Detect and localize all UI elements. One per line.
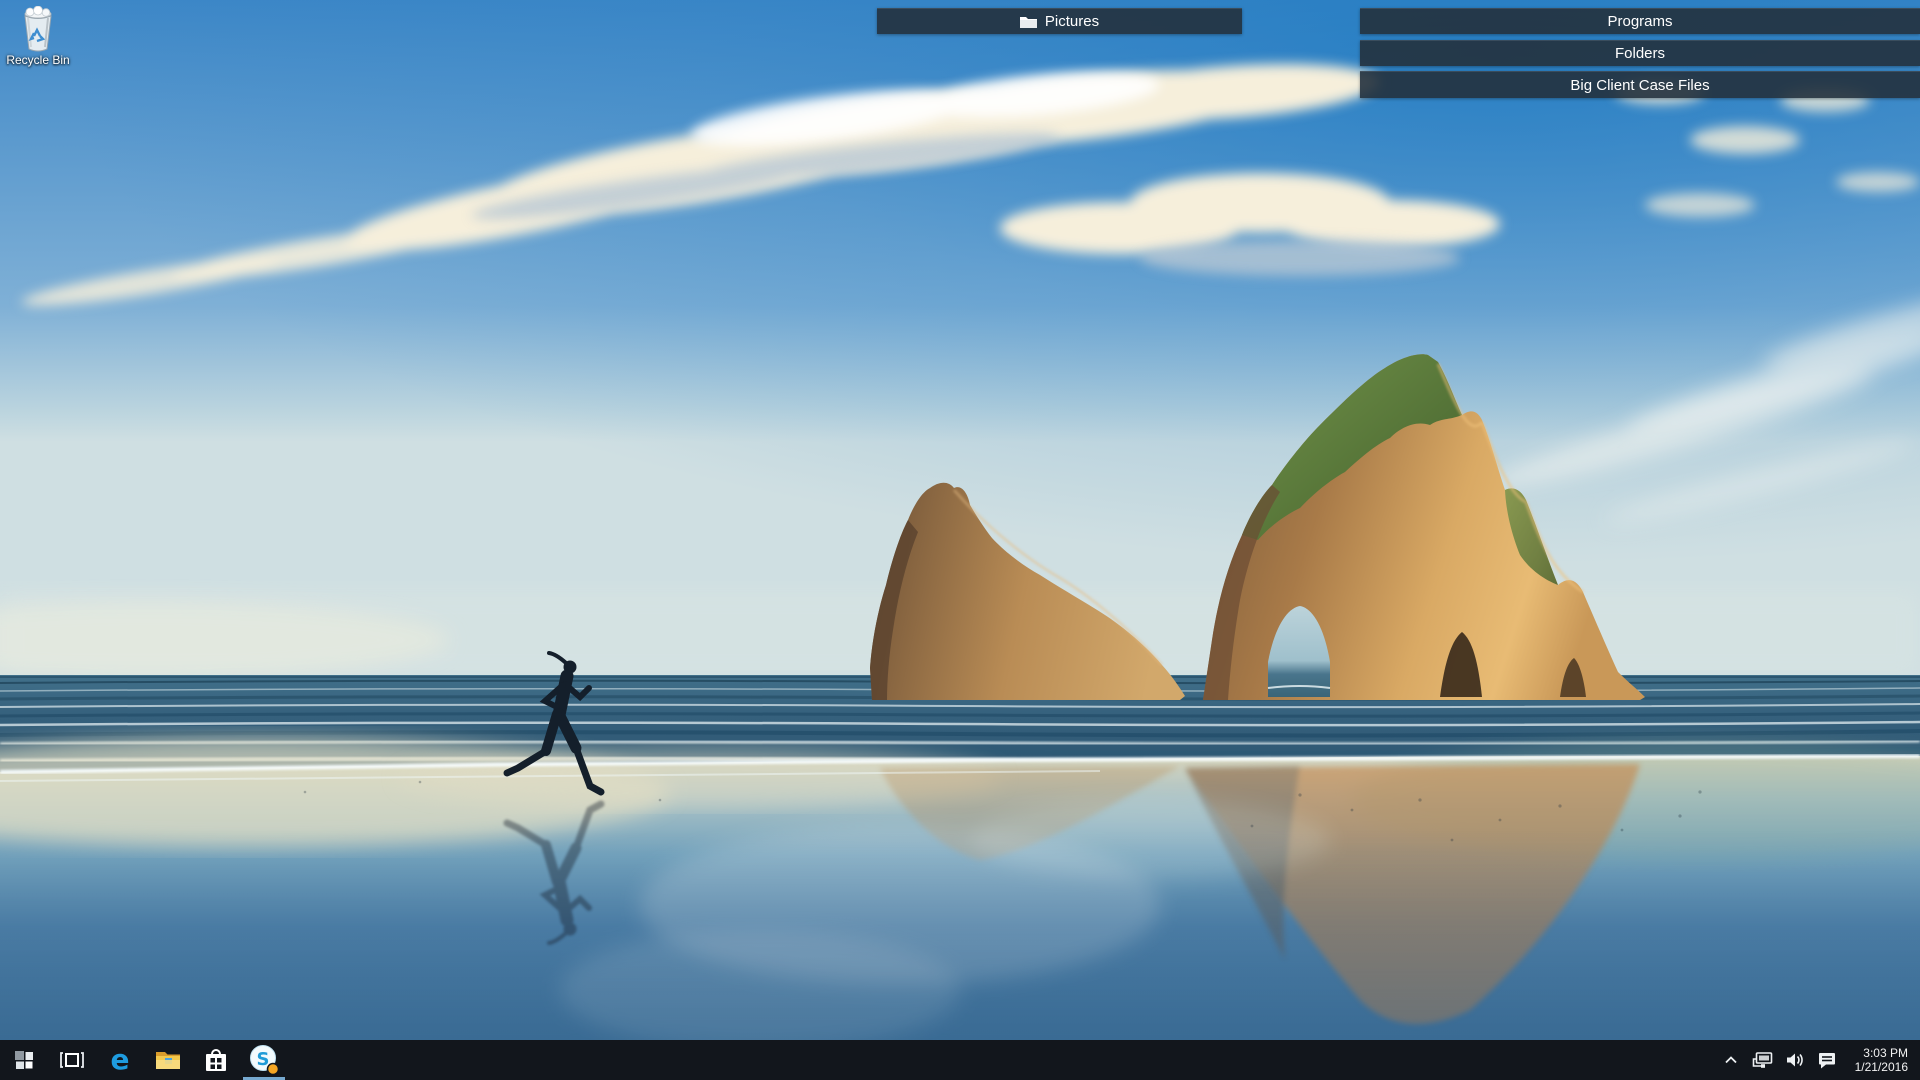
toolbar-folders-label: Folders bbox=[1614, 45, 1666, 62]
chevron-up-icon bbox=[1725, 1056, 1737, 1064]
volume-icon bbox=[1787, 1053, 1803, 1067]
network-icon bbox=[1752, 1052, 1773, 1068]
clock-date: 1/21/2016 bbox=[1854, 1060, 1908, 1074]
volume-tray-button[interactable] bbox=[1782, 1040, 1808, 1080]
store-bag-icon bbox=[206, 1049, 226, 1071]
svg-text:e: e bbox=[111, 1045, 130, 1075]
toolbar-pictures-label: Pictures bbox=[1044, 13, 1100, 30]
edge-icon: e bbox=[111, 1045, 130, 1075]
network-tray-button[interactable] bbox=[1750, 1040, 1776, 1080]
file-explorer-icon bbox=[156, 1052, 180, 1069]
wallpaper-image bbox=[0, 0, 1920, 1040]
recycle-bin-label: Recycle Bin bbox=[6, 53, 70, 67]
skype-icon: S bbox=[250, 1045, 280, 1076]
desktop: Recycle Bin Pictures Programs Folders Bi… bbox=[0, 0, 1920, 1080]
toolbar-folders[interactable]: Folders bbox=[1360, 40, 1920, 66]
toolbar-programs[interactable]: Programs bbox=[1360, 8, 1920, 34]
task-view-icon bbox=[60, 1052, 84, 1068]
toolbar-pictures[interactable]: Pictures bbox=[877, 8, 1242, 34]
taskbar-app-store[interactable] bbox=[192, 1040, 240, 1080]
show-hidden-icons-button[interactable] bbox=[1718, 1040, 1744, 1080]
action-center-button[interactable] bbox=[1814, 1040, 1840, 1080]
start-button[interactable] bbox=[0, 1040, 48, 1080]
clock-time: 3:03 PM bbox=[1863, 1046, 1908, 1060]
skype-notification-badge bbox=[266, 1062, 280, 1076]
windows-logo-icon bbox=[15, 1051, 33, 1069]
folder-icon bbox=[1019, 17, 1037, 28]
taskbar-clock[interactable]: 3:03 PM 1/21/2016 bbox=[1846, 1046, 1912, 1074]
action-center-icon bbox=[1819, 1053, 1835, 1069]
recycle-bin-glyph bbox=[24, 6, 52, 52]
taskbar: e S 3:03 PM 1/21/2016 bbox=[0, 1040, 1920, 1080]
taskbar-app-edge[interactable]: e bbox=[96, 1040, 144, 1080]
toolbar-big-client-case-files[interactable]: Big Client Case Files bbox=[1360, 71, 1920, 98]
taskbar-app-file-explorer[interactable] bbox=[144, 1040, 192, 1080]
system-tray: 3:03 PM 1/21/2016 bbox=[1718, 1040, 1920, 1080]
recycle-bin-icon[interactable]: Recycle Bin bbox=[2, 6, 74, 67]
toolbar-programs-label: Programs bbox=[1607, 13, 1673, 30]
toolbar-big-client-case-files-label: Big Client Case Files bbox=[1570, 76, 1710, 94]
task-view-button[interactable] bbox=[48, 1040, 96, 1080]
taskbar-empty-area bbox=[288, 1040, 1718, 1080]
taskbar-app-skype[interactable]: S bbox=[240, 1040, 288, 1080]
